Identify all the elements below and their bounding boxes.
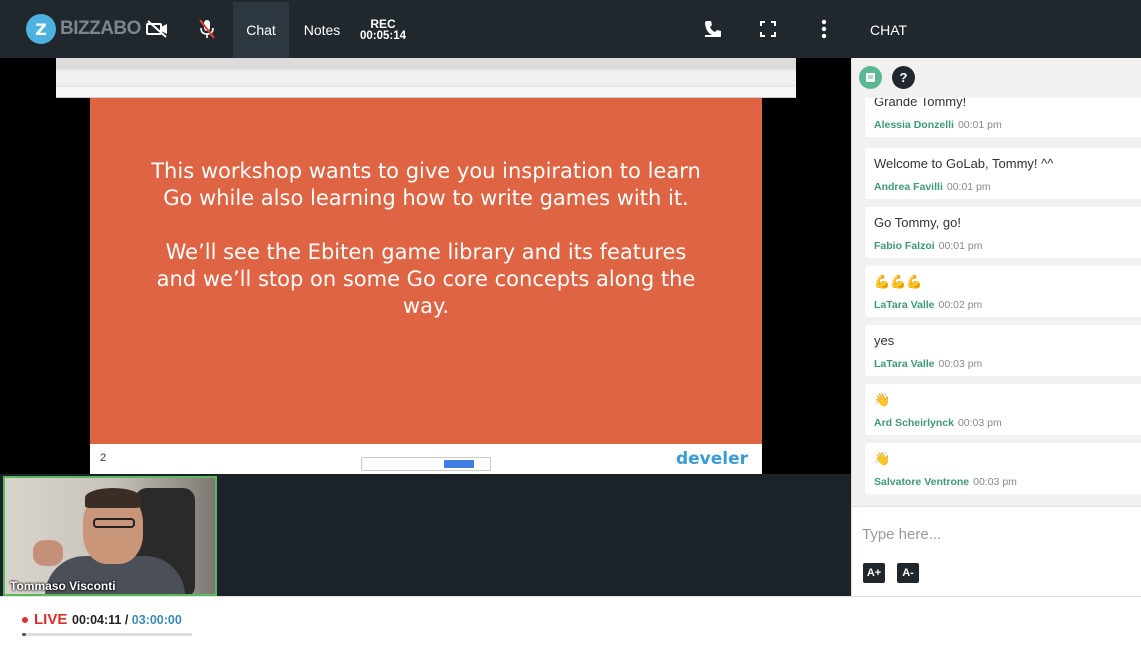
message-author[interactable]: Ard Scheirlynck: [874, 417, 954, 429]
decrease-font-button[interactable]: A-: [897, 563, 919, 583]
logo-badge: Z: [26, 14, 56, 44]
message-time: 00:01 pm: [957, 119, 1002, 131]
message-time: 00:03 pm: [938, 358, 983, 370]
message-text: 👋: [874, 392, 891, 407]
message-author[interactable]: Fabio Falzoi: [874, 240, 935, 252]
message-author[interactable]: Andrea Favilli: [874, 181, 943, 193]
message-author[interactable]: LaTara Valle: [874, 358, 935, 370]
live-separator: /: [121, 613, 132, 627]
recording-indicator: REC 00:05:14: [360, 18, 406, 42]
live-dot-icon: [22, 617, 28, 623]
mic-off-icon[interactable]: [195, 17, 219, 41]
message-text: Welcome to GoLab, Tommy! ^^: [874, 156, 1054, 171]
speaker-video-tile[interactable]: Tommaso Visconti: [3, 476, 217, 596]
chat-message: Welcome to GoLab, Tommy! ^^ Andrea Favil…: [865, 148, 1141, 199]
message-text: Grande Tommy!: [874, 98, 967, 109]
message-author[interactable]: LaTara Valle: [874, 299, 935, 311]
fullscreen-icon[interactable]: [756, 17, 780, 41]
message-text: Go Tommy, go!: [874, 215, 961, 230]
chat-notes-icon[interactable]: [859, 66, 882, 89]
leave-call-icon[interactable]: [701, 17, 725, 41]
screen-share-notice: [361, 457, 491, 471]
presentation-slide: This workshop wants to give you inspirat…: [90, 98, 762, 444]
chat-tools: ?: [852, 58, 1141, 98]
app-logo: Z BIZZABO: [26, 14, 141, 44]
tab-chat[interactable]: Chat: [233, 2, 289, 58]
message-time: 00:03 pm: [973, 476, 1017, 488]
live-elapsed: 00:04:11: [72, 613, 122, 627]
more-options-icon[interactable]: [812, 17, 836, 41]
live-timer: 00:04:11 / 03:00:00: [72, 613, 182, 627]
message-text: 👋: [874, 451, 891, 466]
speaker-name: Tommaso Visconti: [10, 579, 116, 593]
slide-body: This workshop wants to give you inspirat…: [150, 158, 702, 347]
live-total-duration: 03:00:00: [131, 613, 182, 627]
live-status-bar: LIVE 00:04:11 / 03:00:00: [0, 596, 1141, 650]
chat-message: Go Tommy, go! Fabio Falzoi 00:01 pm: [865, 207, 1141, 258]
slide-paragraph: This workshop wants to give you inspirat…: [151, 159, 701, 210]
message-time: 00:01 pm: [946, 181, 991, 193]
message-author[interactable]: Salvatore Ventrone: [874, 476, 969, 488]
chat-message-input[interactable]: [862, 523, 1122, 545]
top-toolbar: Z BIZZABO Chat Notes REC 00:05:14 CHAT: [0, 0, 1141, 58]
slide-footer: 2 develer: [90, 444, 762, 474]
shared-screen-browser-chrome: [56, 58, 796, 98]
message-text: yes: [874, 333, 895, 348]
stop-sharing-button: [444, 460, 474, 468]
live-label: LIVE: [34, 611, 68, 628]
chat-message: 👋 Ard Scheirlynck 00:03 pm: [865, 384, 1141, 435]
tab-notes[interactable]: Notes: [294, 2, 350, 58]
chat-message: Grande Tommy! Alessia Donzelli 00:01 pm: [865, 98, 1141, 137]
chat-message: 💪💪💪 LaTara Valle 00:02 pm: [865, 266, 1141, 317]
message-author[interactable]: Alessia Donzelli: [874, 119, 954, 131]
message-time: 00:02 pm: [938, 299, 983, 311]
chat-panel-title: CHAT: [870, 22, 908, 38]
help-icon[interactable]: ?: [892, 66, 915, 89]
increase-font-button[interactable]: A+: [863, 563, 885, 583]
message-text: 💪💪💪: [874, 274, 923, 289]
chat-message: 👋 Salvatore Ventrone 00:03 pm: [865, 443, 1141, 494]
logo-wordmark: BIZZABO: [60, 18, 141, 39]
camera-off-icon[interactable]: [145, 17, 169, 41]
slide-brand-logo: develer: [675, 449, 748, 469]
chat-message-list: Grande Tommy! Alessia Donzelli 00:01 pm W…: [852, 98, 1141, 506]
message-time: 00:01 pm: [938, 240, 983, 252]
chat-compose-area: A+ A-: [852, 506, 1141, 596]
slide-page-number: 2: [100, 452, 107, 464]
chat-message: yes LaTara Valle 00:03 pm: [865, 325, 1141, 376]
slide-paragraph: We’ll see the Ebiten game library and it…: [156, 240, 696, 318]
live-progress-track: [22, 633, 192, 636]
rec-timer: 00:05:14: [360, 30, 407, 42]
chat-panel: ? Grande Tommy! Alessia Donzelli 00:01 pm…: [851, 58, 1141, 596]
rec-label: REC: [370, 17, 396, 31]
live-progress-fill: [22, 633, 26, 636]
message-time: 00:03 pm: [957, 417, 1002, 429]
